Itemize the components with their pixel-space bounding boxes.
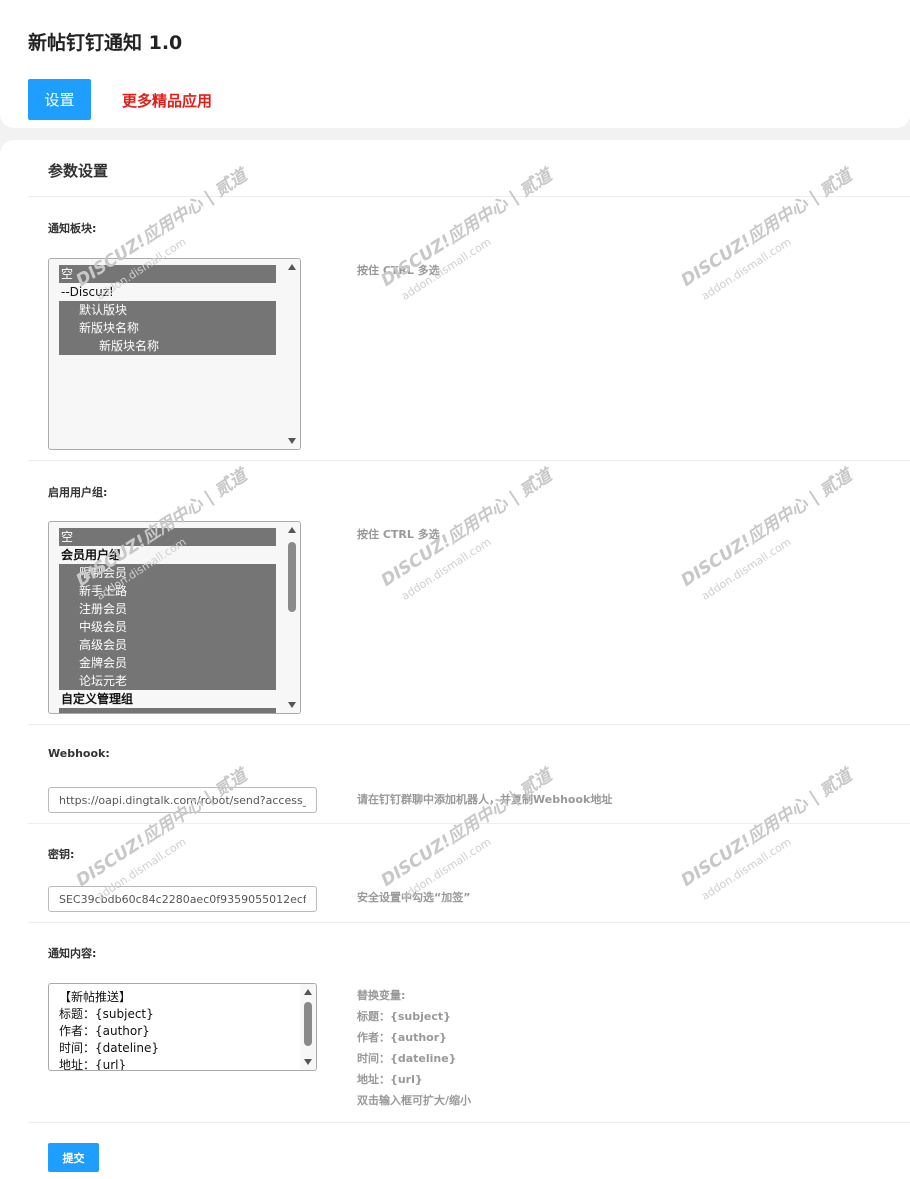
settings-button[interactable]: 设置 (28, 79, 91, 120)
webhook-hint: 请在钉钉群聊中添加机器人，并复制Webhook地址 (357, 793, 613, 806)
panel-title: 参数设置 (48, 162, 109, 180)
hint-line: 替换变量: (357, 989, 406, 1002)
scroll-up-icon[interactable] (288, 264, 296, 270)
header: 新帖钉钉通知 1.0 设置 更多精品应用 (0, 0, 910, 128)
usergroup-option[interactable]: 论坛元老 (59, 672, 276, 690)
secret-label: 密钥: (48, 848, 75, 861)
content-line: 时间：{dateline} (59, 1041, 159, 1055)
hint-line: 地址：{url} (357, 1073, 423, 1086)
forum-option[interactable]: --Discuz! (59, 283, 276, 301)
usergroup-option[interactable]: 自定义管理组 (59, 690, 276, 708)
forums-hint: 按住 CTRL 多选 (357, 264, 440, 277)
submit-button[interactable]: 提交 (48, 1143, 99, 1172)
hint-line: 作者：{author} (357, 1031, 447, 1044)
content-line: 地址：{url} (59, 1058, 127, 1071)
scroll-down-icon[interactable] (288, 438, 296, 444)
hint-line: 双击输入框可扩大/缩小 (357, 1094, 472, 1107)
more-apps-link[interactable]: 更多精品应用 (122, 90, 212, 111)
divider (28, 196, 910, 197)
usergroup-option[interactable]: 中级会员 (59, 618, 276, 636)
usergroup-option[interactable]: 注册会员 (59, 600, 276, 618)
content-line: 标题：{subject} (59, 1007, 154, 1021)
scroll-thumb[interactable] (288, 542, 296, 612)
scroll-thumb[interactable] (304, 1002, 312, 1046)
app-title: 新帖钉钉通知 1.0 (28, 32, 183, 54)
forum-option[interactable]: 新版块名称 (59, 337, 276, 355)
scroll-up-icon[interactable] (288, 527, 296, 533)
usergroups-select[interactable]: 空 会员用户组 限制会员 新手上路 注册会员 中级会员 高级会员 金牌会员 论坛… (48, 521, 301, 714)
usergroup-option[interactable]: 新手上路 (59, 582, 276, 600)
usergroups-label: 启用用户组: (48, 486, 108, 499)
usergroup-option[interactable] (59, 708, 276, 713)
hint-line: 时间：{dateline} (357, 1052, 457, 1065)
divider (28, 1122, 910, 1123)
secret-hint: 安全设置中勾选“加签” (357, 891, 471, 904)
scroll-up-icon[interactable] (304, 989, 312, 995)
secret-input[interactable] (48, 886, 317, 912)
forums-select[interactable]: 空 --Discuz! 默认版块 新版块名称 新版块名称 (48, 258, 301, 450)
content-hint: 替换变量: 标题：{subject} 作者：{author} 时间：{datel… (357, 985, 471, 1111)
content-textarea[interactable]: 【新帖推送】 标题：{subject} 作者：{author} 时间：{date… (48, 983, 317, 1071)
divider (28, 460, 910, 461)
content-label: 通知内容: (48, 947, 97, 960)
usergroup-option[interactable]: 高级会员 (59, 636, 276, 654)
scroll-down-icon[interactable] (288, 702, 296, 708)
content-line: 【新帖推送】 (59, 990, 132, 1004)
hint-line: 标题：{subject} (357, 1010, 451, 1023)
usergroup-option[interactable]: 限制会员 (59, 564, 276, 582)
scrollbar[interactable] (284, 522, 300, 713)
forum-option[interactable]: 空 (59, 265, 276, 283)
scrollbar[interactable] (300, 984, 316, 1070)
usergroups-hint: 按住 CTRL 多选 (357, 528, 440, 541)
forums-label: 通知板块: (48, 222, 97, 235)
usergroup-option[interactable]: 会员用户组 (59, 546, 276, 564)
content-line: 作者：{author} (59, 1024, 150, 1038)
divider (28, 724, 910, 725)
usergroup-option[interactable]: 金牌会员 (59, 654, 276, 672)
webhook-input[interactable] (48, 787, 317, 813)
forum-option[interactable]: 默认版块 (59, 301, 276, 319)
scrollbar[interactable] (284, 259, 300, 449)
usergroup-option[interactable]: 空 (59, 528, 276, 546)
settings-panel: 参数设置 通知板块: 空 --Discuz! 默认版块 新版块名称 新版块名称 … (0, 140, 910, 1179)
forum-option[interactable]: 新版块名称 (59, 319, 276, 337)
scroll-down-icon[interactable] (304, 1059, 312, 1065)
divider (28, 922, 910, 923)
divider (28, 823, 910, 824)
webhook-label: Webhook: (48, 747, 110, 760)
